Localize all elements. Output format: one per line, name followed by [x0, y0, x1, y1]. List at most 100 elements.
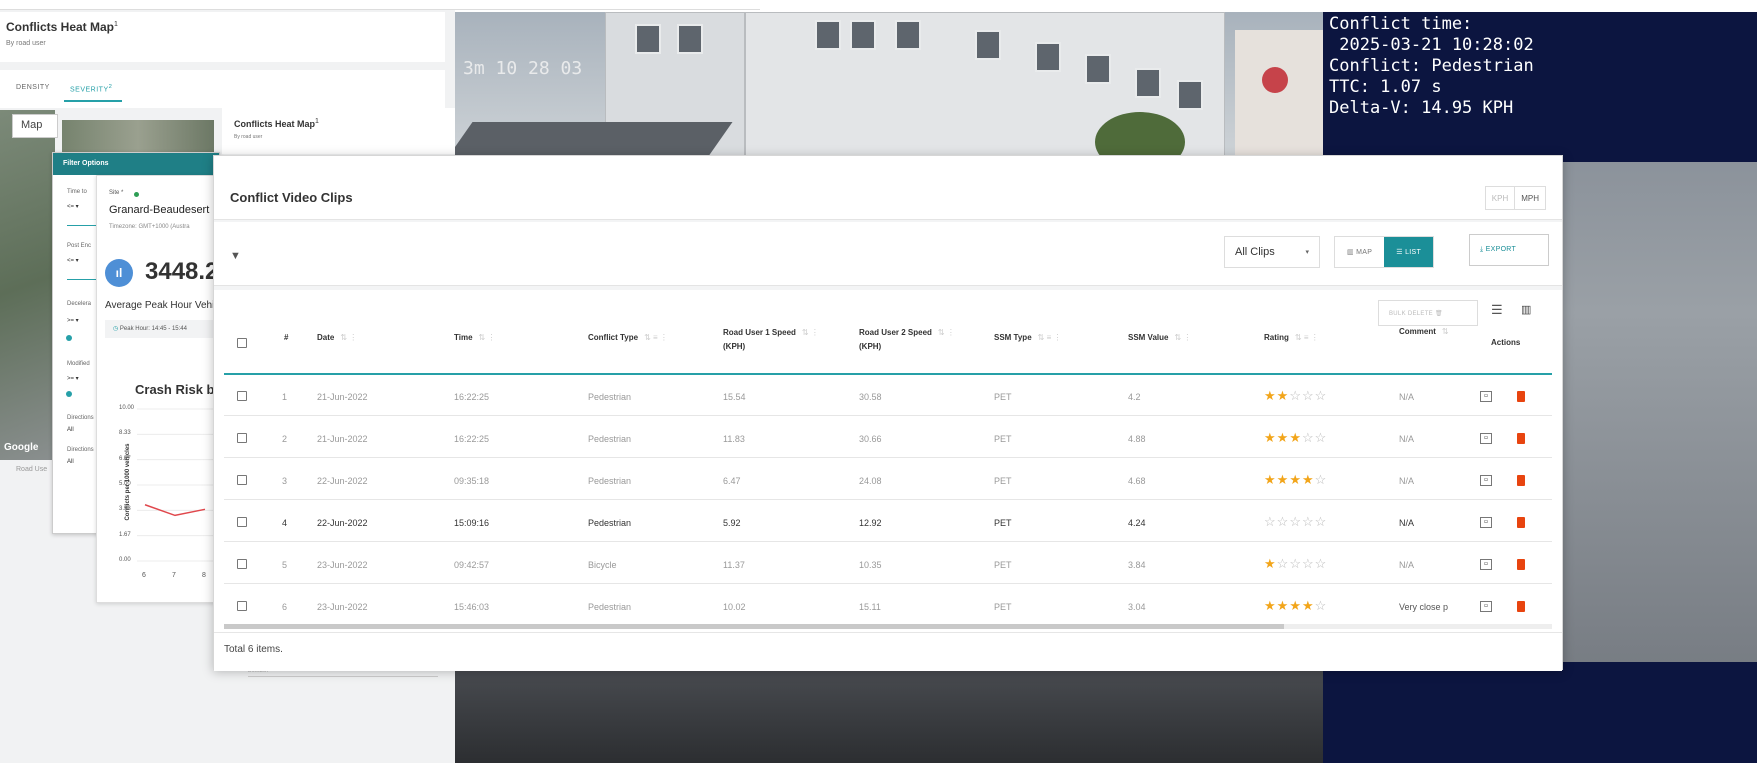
column-header-ru2-speed[interactable]: Road User 2 Speed ⇅ ⋮ (KPH) — [859, 326, 955, 354]
clip-filter-select[interactable]: All Clips ▾ — [1224, 236, 1320, 268]
rating-stars[interactable]: ★★★★☆ — [1264, 598, 1327, 614]
play-video-icon[interactable]: ▫ — [1480, 559, 1492, 570]
sort-icon[interactable]: ⇅ ⋮ — [802, 328, 819, 337]
columns-icon[interactable]: ▥ — [1521, 303, 1531, 316]
column-header-ssm-value[interactable]: SSM Value ⇅ ⋮ — [1128, 331, 1191, 345]
sort-icon[interactable]: ⇅ ⋮ — [1174, 333, 1191, 342]
row-checkbox[interactable] — [237, 475, 247, 485]
column-header-conflict-type[interactable]: Conflict Type ⇅ ≡ ⋮ — [588, 331, 668, 345]
star-empty-icon[interactable]: ☆ — [1315, 514, 1328, 529]
column-header-ru1-speed[interactable]: Road User 1 Speed ⇅ ⋮ (KPH) — [723, 326, 819, 354]
sort-icon[interactable]: ⇅ ≡ ⋮ — [644, 333, 668, 342]
rating-stars[interactable]: ★☆☆☆☆ — [1264, 556, 1327, 572]
column-header-rating[interactable]: Rating ⇅ ≡ ⋮ — [1264, 331, 1319, 345]
row-checkbox[interactable] — [237, 391, 247, 401]
star-empty-icon[interactable]: ☆ — [1315, 472, 1328, 487]
delete-icon[interactable] — [1517, 391, 1525, 402]
sort-icon[interactable]: ⇅ ⋮ — [340, 333, 357, 342]
column-header-date[interactable]: Date ⇅ ⋮ — [317, 331, 357, 345]
screen: 3m 10 28 03 Conflict time: 2025-03-21 10… — [0, 0, 1757, 763]
rating-stars[interactable]: ☆☆☆☆☆ — [1264, 514, 1327, 530]
star-filled-icon[interactable]: ★ — [1264, 388, 1277, 403]
star-filled-icon[interactable]: ★ — [1277, 430, 1290, 445]
star-empty-icon[interactable]: ☆ — [1277, 514, 1290, 529]
row-divider — [224, 541, 1552, 542]
export-button[interactable]: ⤓ EXPORT — [1469, 234, 1549, 266]
star-empty-icon[interactable]: ☆ — [1315, 388, 1328, 403]
play-video-icon[interactable]: ▫ — [1480, 517, 1492, 528]
star-filled-icon[interactable]: ★ — [1302, 598, 1315, 613]
star-empty-icon[interactable]: ☆ — [1264, 514, 1277, 529]
star-filled-icon[interactable]: ★ — [1277, 472, 1290, 487]
filter-operator-select[interactable]: <= ▾ — [67, 257, 79, 264]
heatmap-card-secondary: Conflicts Heat Map1 By road user — [222, 108, 455, 154]
sort-icon[interactable]: ⇅ ⋮ — [479, 333, 496, 342]
star-empty-icon[interactable]: ☆ — [1302, 430, 1315, 445]
map-view-button[interactable]: ▥ MAP — [1335, 237, 1384, 267]
row-density-icon[interactable]: ☰ — [1491, 302, 1503, 318]
unit-kph-button[interactable]: KPH — [1486, 187, 1514, 209]
rating-stars[interactable]: ★★★★☆ — [1264, 472, 1327, 488]
row-checkbox[interactable] — [237, 517, 247, 527]
filter-slider-handle[interactable] — [66, 335, 72, 341]
star-empty-icon[interactable]: ☆ — [1302, 514, 1315, 529]
filter-operator-select[interactable]: <= ▾ — [67, 203, 79, 210]
sort-icon[interactable]: ⇅ ⋮ — [938, 328, 955, 337]
play-video-icon[interactable]: ▫ — [1480, 391, 1492, 402]
row-checkbox[interactable] — [237, 433, 247, 443]
star-filled-icon[interactable]: ★ — [1289, 598, 1302, 613]
heatmap-map[interactable] — [0, 110, 55, 460]
star-empty-icon[interactable]: ☆ — [1302, 556, 1315, 571]
tab-severity[interactable]: SEVERITY2 — [70, 84, 112, 93]
direction-select[interactable]: All — [67, 459, 74, 465]
direction-select[interactable]: All — [67, 427, 74, 433]
list-view-button[interactable]: ☰ LIST — [1384, 237, 1434, 267]
star-filled-icon[interactable]: ★ — [1302, 472, 1315, 487]
delete-icon[interactable] — [1517, 601, 1525, 612]
star-filled-icon[interactable]: ★ — [1289, 472, 1302, 487]
star-filled-icon[interactable]: ★ — [1264, 472, 1277, 487]
sort-icon[interactable]: ⇅ ≡ ⋮ — [1038, 333, 1062, 342]
tab-density[interactable]: DENSITY — [16, 84, 50, 91]
unit-mph-button[interactable]: MPH — [1514, 187, 1545, 209]
filter-slider-handle[interactable] — [66, 391, 72, 397]
star-empty-icon[interactable]: ☆ — [1315, 598, 1328, 613]
delete-icon[interactable] — [1517, 517, 1525, 528]
filter-operator-select[interactable]: >= ▾ — [67, 375, 79, 382]
delete-icon[interactable] — [1517, 475, 1525, 486]
play-video-icon[interactable]: ▫ — [1480, 601, 1492, 612]
star-filled-icon[interactable]: ★ — [1289, 430, 1302, 445]
delete-icon[interactable] — [1517, 559, 1525, 570]
star-filled-icon[interactable]: ★ — [1277, 598, 1290, 613]
star-filled-icon[interactable]: ★ — [1277, 388, 1290, 403]
row-checkbox[interactable] — [237, 601, 247, 611]
sort-icon[interactable]: ⇅ ≡ ⋮ — [1295, 333, 1319, 342]
star-empty-icon[interactable]: ☆ — [1289, 556, 1302, 571]
bulk-delete-button[interactable]: BULK DELETE 🗑 — [1378, 300, 1478, 326]
column-header-ssm-type[interactable]: SSM Type ⇅ ≡ ⋮ — [994, 331, 1061, 345]
star-empty-icon[interactable]: ☆ — [1315, 430, 1328, 445]
play-video-icon[interactable]: ▫ — [1480, 475, 1492, 486]
delete-icon[interactable] — [1517, 433, 1525, 444]
column-header-comment[interactable]: Comment ⇅ — [1399, 325, 1449, 339]
star-empty-icon[interactable]: ☆ — [1277, 556, 1290, 571]
star-empty-icon[interactable]: ☆ — [1289, 514, 1302, 529]
star-empty-icon[interactable]: ☆ — [1315, 556, 1328, 571]
star-filled-icon[interactable]: ★ — [1264, 430, 1277, 445]
scrollbar-thumb[interactable] — [224, 624, 1284, 629]
row-checkbox[interactable] — [237, 559, 247, 569]
filter-icon[interactable]: ▼ — [230, 250, 241, 262]
column-header-time[interactable]: Time ⇅ ⋮ — [454, 331, 495, 345]
star-empty-icon[interactable]: ☆ — [1289, 388, 1302, 403]
star-empty-icon[interactable]: ☆ — [1302, 388, 1315, 403]
sort-icon[interactable]: ⇅ — [1442, 327, 1449, 336]
star-filled-icon[interactable]: ★ — [1264, 598, 1277, 613]
select-all-checkbox[interactable] — [237, 338, 247, 348]
rating-stars[interactable]: ★★★☆☆ — [1264, 430, 1327, 446]
play-video-icon[interactable]: ▫ — [1480, 433, 1492, 444]
star-filled-icon[interactable]: ★ — [1264, 556, 1277, 571]
horizontal-scrollbar[interactable] — [224, 624, 1552, 629]
filter-operator-select[interactable]: >= ▾ — [67, 317, 79, 324]
rating-stars[interactable]: ★★☆☆☆ — [1264, 388, 1327, 404]
map-type-button[interactable]: Map — [12, 114, 58, 138]
